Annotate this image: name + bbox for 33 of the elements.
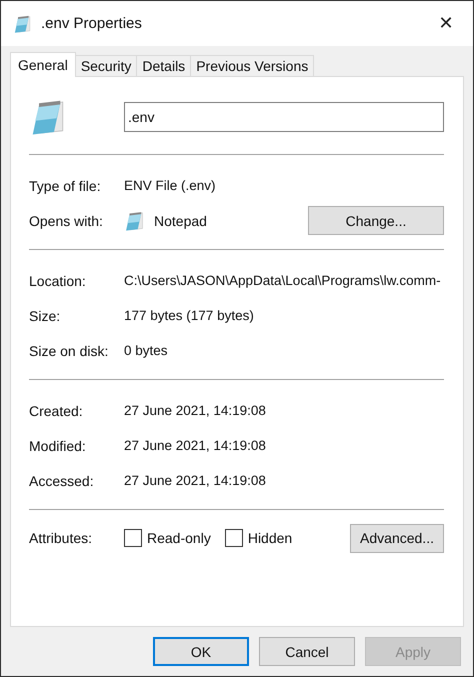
dialog-button[interactable]: Cancel — [259, 637, 355, 666]
field-label: Attributes: — [29, 530, 94, 546]
close-button[interactable]: ✕ — [423, 1, 469, 46]
field-value: ENV File (.env) — [124, 178, 216, 193]
change-button[interactable]: Change... — [308, 206, 444, 235]
field-value: 0 bytes — [124, 343, 168, 358]
checkbox[interactable] — [124, 529, 142, 547]
field-label: Modified: — [29, 438, 87, 454]
notepad-icon — [13, 14, 33, 34]
field-label: Opens with: — [29, 212, 104, 228]
checkbox-label[interactable]: Hidden — [248, 530, 292, 546]
field-value: C:\Users\JASON\AppData\Local\Programs\lw.comm- — [124, 273, 441, 288]
field-value: 27 June 2021, 14:19:08 — [124, 438, 266, 453]
app-name: Notepad — [154, 212, 207, 228]
notepad-icon — [124, 210, 146, 232]
field-label: Size: — [29, 308, 62, 324]
dialog-button[interactable]: OK — [153, 637, 249, 666]
field-label: Type of file: — [29, 178, 102, 194]
tab[interactable]: Security — [74, 55, 138, 76]
field-label: Created: — [29, 402, 84, 418]
field-value: 27 June 2021, 14:19:08 — [124, 473, 266, 488]
window-title: .env Properties — [41, 15, 143, 32]
field-label: Size on disk: — [29, 342, 110, 358]
field-label: Accessed: — [29, 472, 95, 488]
field-label: Location: — [29, 272, 87, 288]
checkbox-label[interactable]: Read-only — [147, 530, 211, 546]
field-value: 27 June 2021, 14:19:08 — [124, 403, 266, 418]
file-name-field[interactable]: .env — [124, 102, 444, 132]
tab[interactable]: Previous Versions — [190, 55, 314, 76]
tab[interactable]: General — [10, 52, 76, 77]
checkbox[interactable] — [224, 529, 243, 547]
field-value: 177 bytes (177 bytes) — [124, 308, 254, 323]
advanced-button[interactable]: Advanced... — [350, 524, 444, 552]
